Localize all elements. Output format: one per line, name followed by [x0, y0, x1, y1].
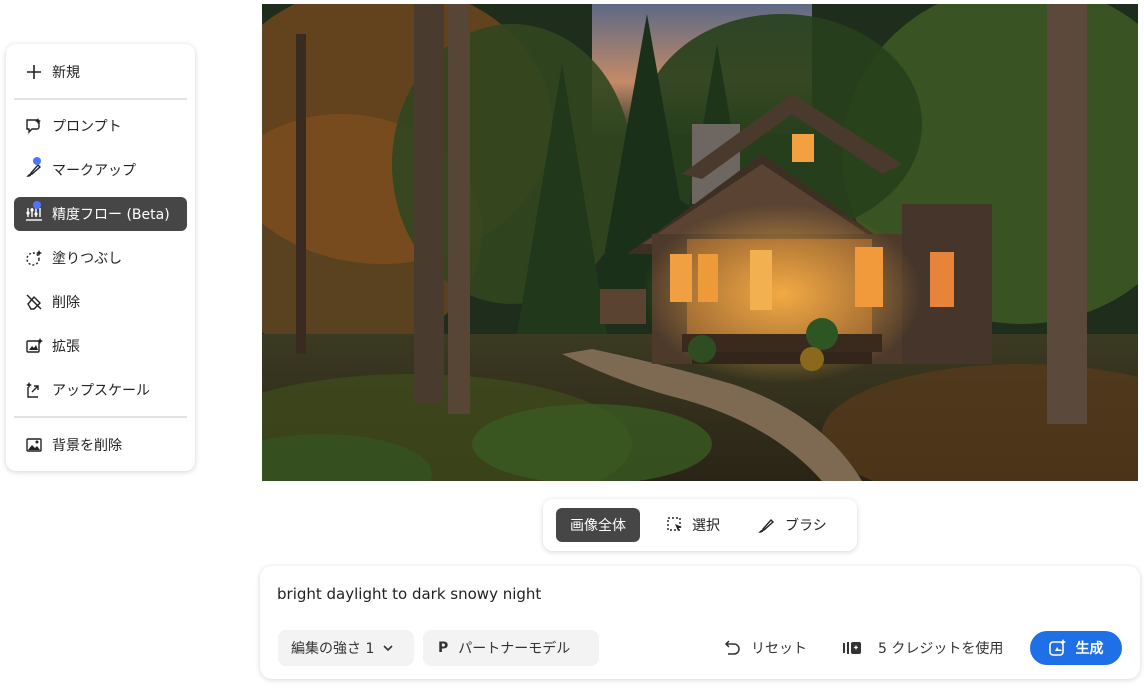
generate-button[interactable]: 生成	[1030, 631, 1122, 665]
upscale-icon	[24, 380, 44, 400]
credits-icon	[842, 641, 862, 655]
expand-label: 拡張	[52, 339, 80, 355]
fill-icon	[24, 248, 44, 268]
prompt-label: プロンプト	[52, 119, 122, 135]
scope-brush-label: ブラシ	[785, 518, 827, 534]
prompt-icon	[24, 116, 44, 136]
tool-upscale[interactable]: アップスケール	[14, 373, 187, 407]
prompt-panel: bright daylight to dark snowy night 編集の強…	[260, 566, 1140, 679]
undo-icon	[723, 640, 741, 656]
tool-remove[interactable]: 削除	[14, 285, 187, 319]
brush-icon	[757, 516, 775, 534]
eraser-icon	[24, 292, 44, 312]
reset-button[interactable]: リセット	[723, 638, 807, 658]
credits-label: 5 クレジットを使用	[878, 641, 1004, 657]
edit-strength-label: 編集の強さ 1	[291, 641, 375, 657]
partner-model-button[interactable]: P パートナーモデル	[423, 630, 599, 666]
divider	[14, 416, 187, 418]
scope-select-button[interactable]: 選択	[666, 508, 720, 542]
tool-panel: 新規 プロンプト マークアップ 精度フロー (Beta) 塗りつぶし 削除 拡張…	[6, 44, 195, 471]
precision-flow-label: 精度フロー (Beta)	[52, 207, 170, 223]
divider	[14, 98, 187, 100]
generate-label: 生成	[1075, 641, 1104, 657]
tool-prompt[interactable]: プロンプト	[14, 109, 187, 143]
generated-image[interactable]	[262, 4, 1138, 481]
plus-icon	[24, 62, 44, 82]
selection-scope-bar: 画像全体 選択 ブラシ	[543, 499, 857, 551]
remove-background-label: 背景を削除	[52, 438, 122, 454]
scope-whole-image-button[interactable]: 画像全体	[556, 508, 640, 542]
reset-label: リセット	[751, 641, 807, 657]
new-indicator-dot	[33, 201, 41, 209]
scope-whole-image-label: 画像全体	[570, 518, 626, 534]
fill-label: 塗りつぶし	[52, 251, 123, 267]
new-indicator-dot	[33, 157, 41, 165]
new-label: 新規	[52, 65, 80, 81]
scope-brush-button[interactable]: ブラシ	[757, 508, 827, 542]
tool-precision-flow[interactable]: 精度フロー (Beta)	[14, 197, 187, 231]
tool-markup[interactable]: マークアップ	[14, 153, 187, 187]
tool-remove-background[interactable]: 背景を削除	[14, 428, 187, 462]
selection-icon	[666, 516, 684, 534]
expand-icon	[24, 336, 44, 356]
upscale-label: アップスケール	[52, 383, 150, 399]
credits-info: 5 クレジットを使用	[842, 638, 1003, 658]
tool-expand[interactable]: 拡張	[14, 329, 187, 363]
remove-background-icon	[24, 435, 44, 455]
markup-label: マークアップ	[52, 163, 136, 179]
edit-strength-dropdown[interactable]: 編集の強さ 1	[278, 630, 414, 666]
prompt-input[interactable]: bright daylight to dark snowy night	[277, 585, 541, 603]
new-button[interactable]: 新規	[14, 55, 187, 89]
markup-brush-icon	[24, 157, 44, 180]
remove-label: 削除	[52, 295, 80, 311]
partner-model-icon: P	[438, 640, 449, 656]
scope-select-label: 選択	[692, 518, 720, 534]
precision-flow-icon	[24, 201, 44, 224]
tool-fill[interactable]: 塗りつぶし	[14, 241, 187, 275]
partner-model-label: パートナーモデル	[458, 641, 571, 657]
chevron-down-icon	[382, 642, 394, 654]
generate-icon	[1048, 639, 1067, 657]
